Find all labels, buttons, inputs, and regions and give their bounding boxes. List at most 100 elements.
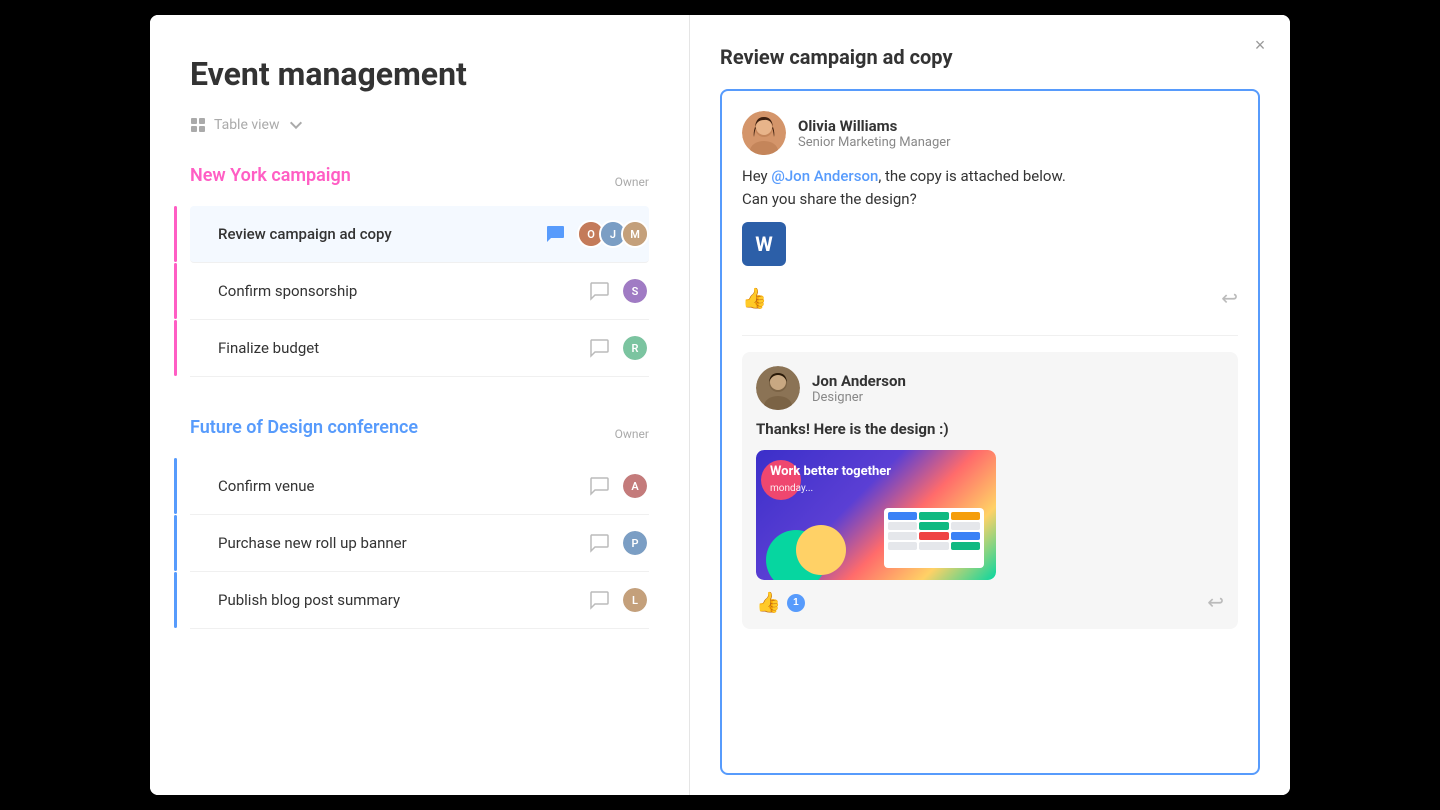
reply-text: Thanks! Here is the design :): [756, 420, 1224, 438]
chat-icon[interactable]: [585, 277, 613, 305]
chat-icon[interactable]: [585, 472, 613, 500]
decorative-circle: [796, 525, 846, 575]
owner-label-ny: Owner: [615, 175, 649, 189]
section-title-fd: Future of Design conference: [190, 417, 418, 438]
avatar-olivia: [742, 111, 786, 155]
modal-container: × Event management Table view New York c…: [150, 15, 1290, 795]
avatar-group: R: [621, 334, 649, 362]
comment-header-jon: Jon Anderson Designer: [756, 366, 1224, 410]
commenter-role-olivia: Senior Marketing Manager: [798, 135, 951, 150]
like-button[interactable]: 👍: [742, 286, 767, 311]
task-bar: [174, 320, 177, 376]
design-table-mockup: [884, 508, 984, 568]
task-name: Confirm venue: [210, 477, 585, 495]
avatar: L: [621, 586, 649, 614]
comment-actions-olivia: 👍 ↩: [742, 278, 1238, 319]
like-count-badge: 1: [787, 594, 805, 612]
task-name: Purchase new roll up banner: [210, 534, 585, 552]
chat-icon[interactable]: [585, 334, 613, 362]
chat-bubble-icon: [588, 589, 610, 611]
commenter-role-jon: Designer: [812, 390, 906, 405]
avatar-group: O J M: [577, 220, 649, 248]
comment-body-olivia: Hey @Jon Anderson, the copy is attached …: [742, 165, 1238, 210]
task-bar: [174, 206, 177, 262]
task-item-confirm-venue[interactable]: Confirm venue A: [190, 458, 649, 515]
avatar: A: [621, 472, 649, 500]
word-icon: W: [755, 232, 773, 256]
chat-bubble-icon: [588, 475, 610, 497]
second-comment-actions: 👍 1 ↩: [756, 590, 1224, 615]
design-logo-text: monday...: [770, 483, 891, 494]
right-panel-title: Review campaign ad copy: [720, 45, 1260, 69]
page-title: Event management: [190, 55, 649, 93]
task-bar: [174, 263, 177, 319]
task-item-review-campaign[interactable]: Review campaign ad copy O J M: [190, 206, 649, 263]
left-panel: Event management Table view New York cam…: [150, 15, 690, 795]
task-name: Confirm sponsorship: [210, 282, 585, 300]
close-button[interactable]: ×: [1246, 31, 1274, 59]
reply-button[interactable]: ↩: [1221, 286, 1238, 311]
task-name: Review campaign ad copy: [210, 225, 541, 243]
design-headline-text: Work better together: [770, 464, 891, 479]
task-icons: P: [585, 529, 649, 557]
task-name: Finalize budget: [210, 339, 585, 357]
design-headline-area: Work better together monday...: [770, 464, 891, 494]
chat-icon-active[interactable]: [541, 220, 569, 248]
section-title-ny: New York campaign: [190, 165, 351, 186]
chat-bubble-icon: [588, 337, 610, 359]
task-icons: O J M: [541, 220, 649, 248]
comment-olivia: Olivia Williams Senior Marketing Manager…: [742, 111, 1238, 319]
jon-avatar-image: [756, 366, 800, 410]
task-item-confirm-sponsorship[interactable]: Confirm sponsorship S: [190, 263, 649, 320]
chat-bubble-icon: [588, 280, 610, 302]
avatar-jon: [756, 366, 800, 410]
comments-area[interactable]: Olivia Williams Senior Marketing Manager…: [720, 89, 1260, 775]
like-button-active[interactable]: 👍 1: [756, 590, 805, 615]
attachment-word-doc[interactable]: W: [742, 222, 786, 266]
task-icons: L: [585, 586, 649, 614]
avatar-group: S: [621, 277, 649, 305]
section-new-york: New York campaign Owner Review campaign …: [190, 165, 649, 377]
table-icon: [190, 117, 206, 133]
mention-jon[interactable]: @Jon Anderson: [771, 167, 878, 185]
task-item-purchase-banner[interactable]: Purchase new roll up banner P: [190, 515, 649, 572]
avatar: M: [621, 220, 649, 248]
avatar: R: [621, 334, 649, 362]
section-future-design: Future of Design conference Owner Confir…: [190, 417, 649, 629]
section-header-ny: New York campaign Owner: [190, 165, 649, 198]
task-item-finalize-budget[interactable]: Finalize budget R: [190, 320, 649, 377]
task-icons: R: [585, 334, 649, 362]
task-bar: [174, 572, 177, 628]
comment-header: Olivia Williams Senior Marketing Manager: [742, 111, 1238, 155]
comment-jon: Jon Anderson Designer Thanks! Here is th…: [742, 352, 1238, 629]
task-icons: S: [585, 277, 649, 305]
commenter-name-olivia: Olivia Williams: [798, 117, 951, 135]
chat-bubble-icon: [588, 532, 610, 554]
avatar: P: [621, 529, 649, 557]
chat-icon[interactable]: [585, 586, 613, 614]
commenter-name-jon: Jon Anderson: [812, 372, 906, 390]
task-name: Publish blog post summary: [210, 591, 585, 609]
design-image: Work better together monday...: [756, 450, 996, 580]
avatar: S: [621, 277, 649, 305]
chat-icon[interactable]: [585, 529, 613, 557]
table-view-button[interactable]: Table view: [190, 117, 649, 133]
reply-button-jon[interactable]: ↩: [1207, 590, 1224, 615]
section-header-fd: Future of Design conference Owner: [190, 417, 649, 450]
design-preview: Work better together monday...: [756, 450, 996, 580]
avatar-group: P: [621, 529, 649, 557]
commenter-info-olivia: Olivia Williams Senior Marketing Manager: [798, 117, 951, 150]
commenter-info-jon: Jon Anderson Designer: [812, 372, 906, 405]
task-icons: A: [585, 472, 649, 500]
right-panel: Review campaign ad copy: [690, 15, 1290, 795]
avatar-group: L: [621, 586, 649, 614]
olivia-avatar-image: [742, 111, 786, 155]
owner-label-fd: Owner: [615, 427, 649, 441]
chat-bubble-icon: [544, 223, 566, 245]
comment-divider: [742, 335, 1238, 336]
task-bar: [174, 515, 177, 571]
chevron-down-icon: [288, 117, 304, 133]
thumb-up-cursor: 👍: [756, 590, 781, 615]
task-bar: [174, 458, 177, 514]
task-item-publish-blog[interactable]: Publish blog post summary L: [190, 572, 649, 629]
